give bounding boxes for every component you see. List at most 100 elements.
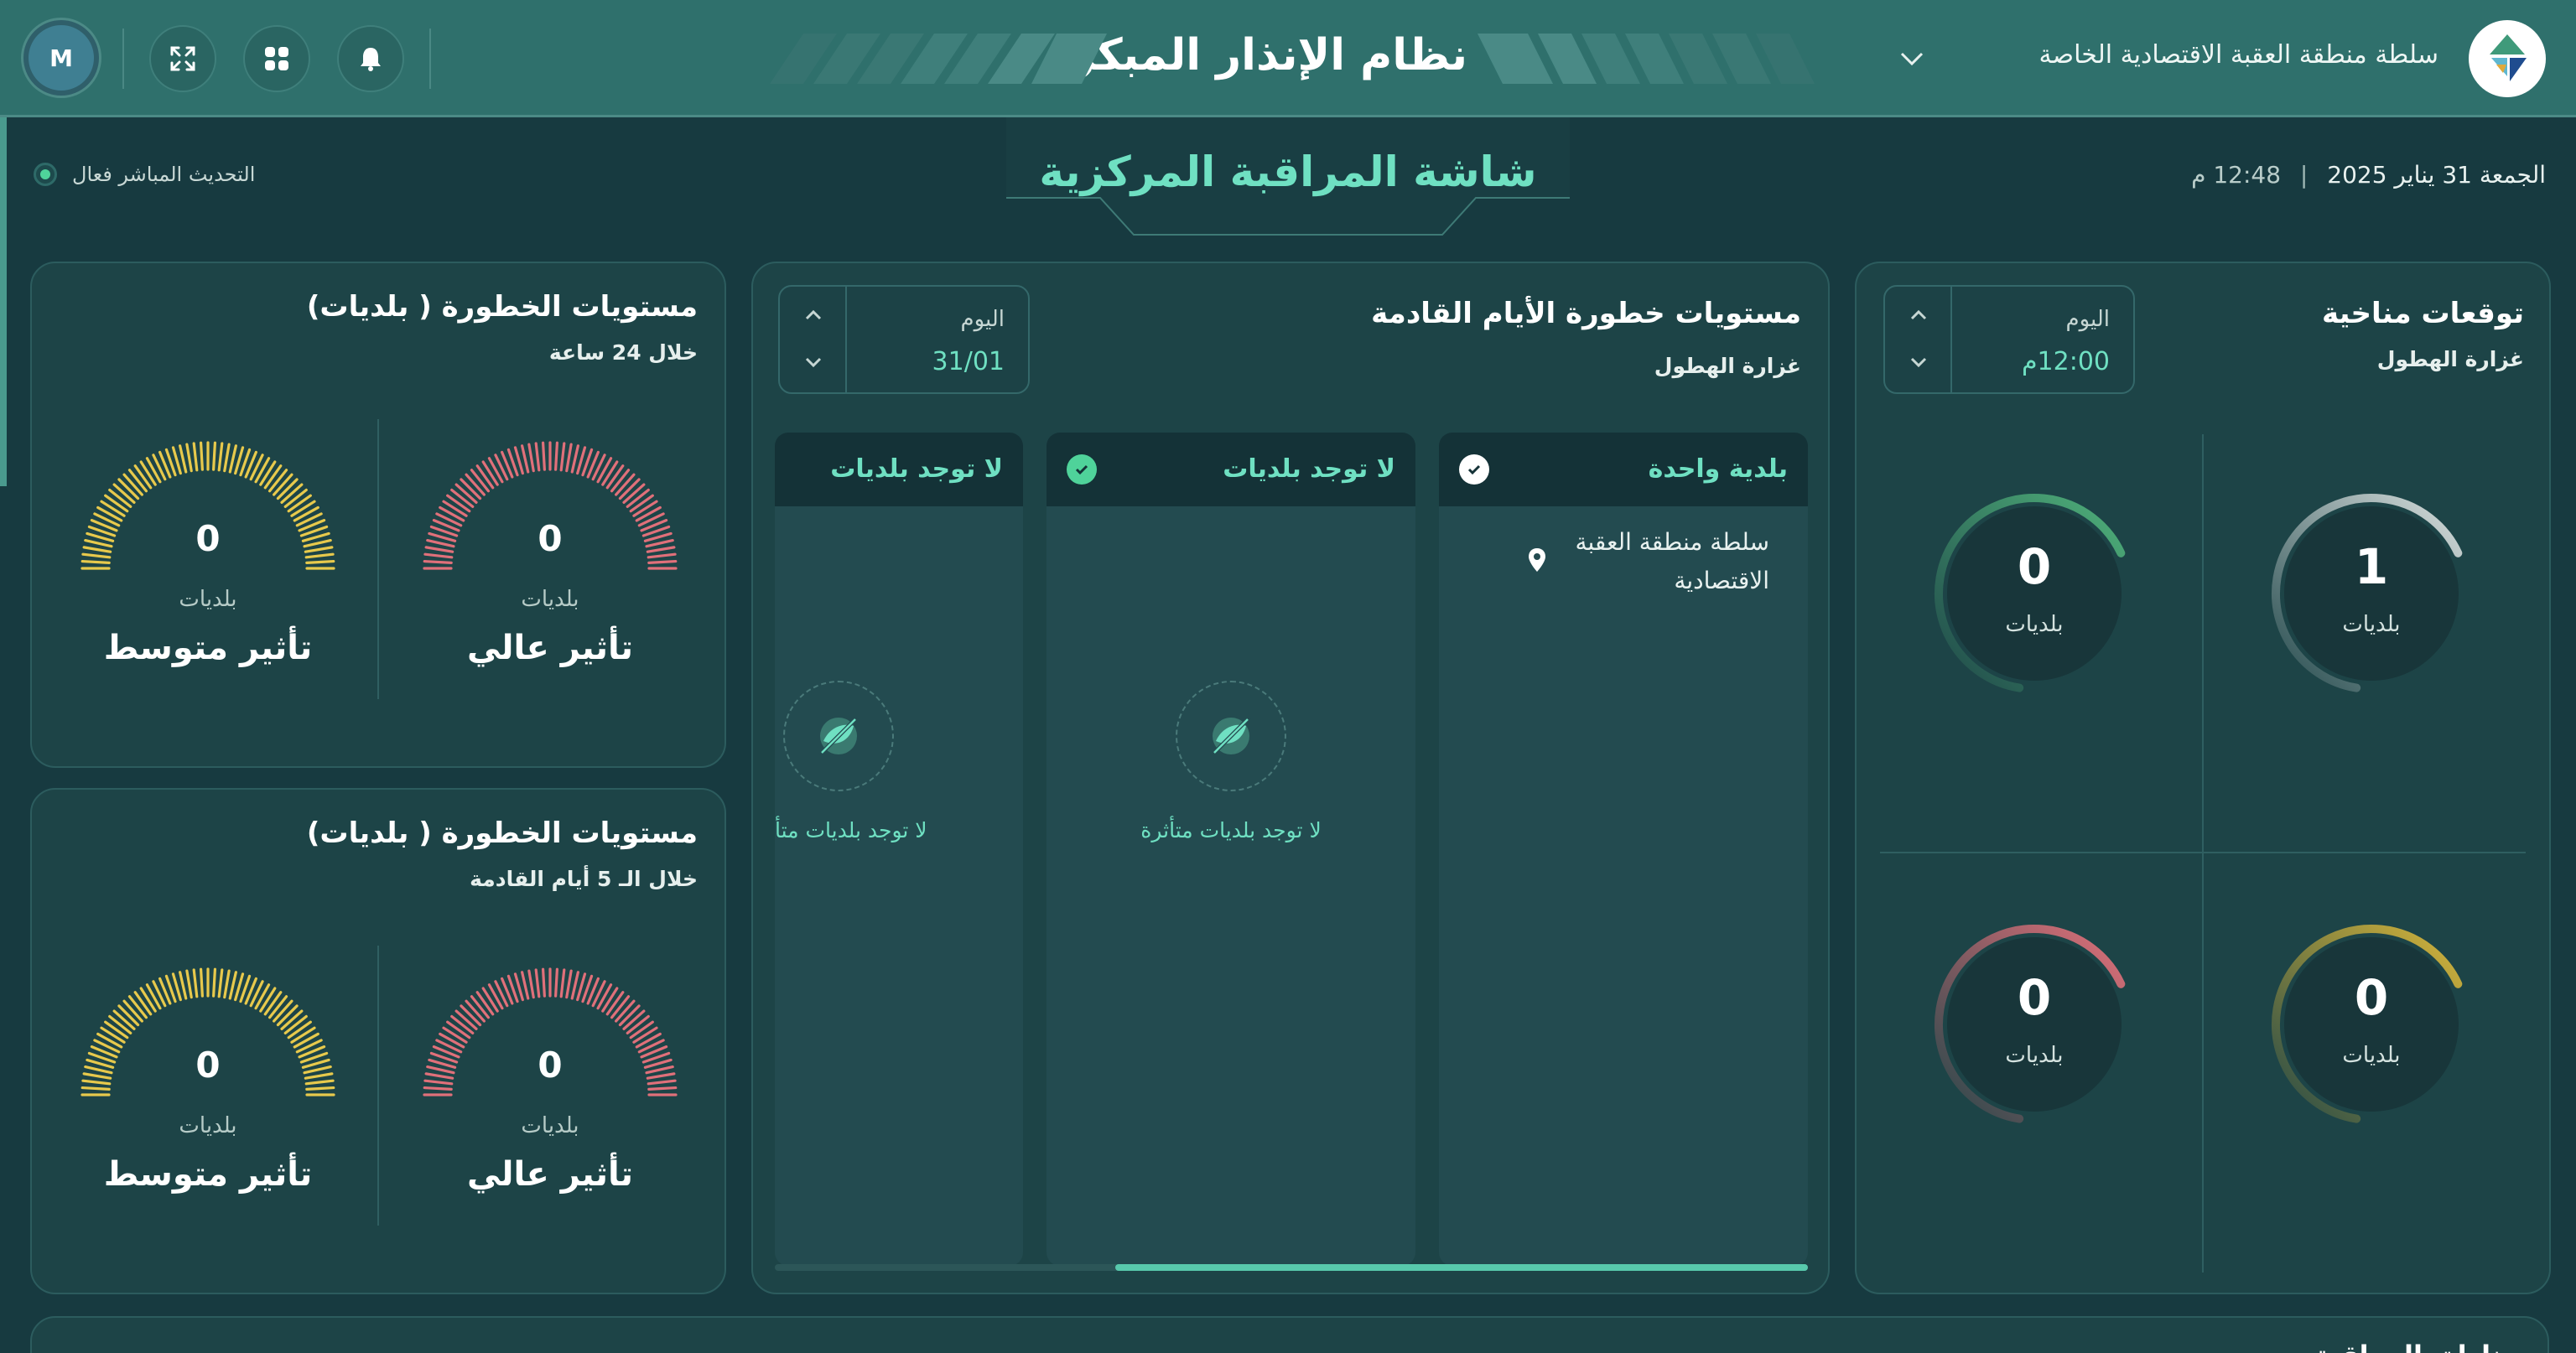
org-logo[interactable] bbox=[2469, 20, 2546, 97]
gauge-tick bbox=[223, 969, 231, 999]
municipality-item[interactable]: سلطة منطقة العقبة الاقتصادية bbox=[1526, 523, 1769, 600]
forecast-day-selector[interactable]: اليوم 31/01 bbox=[778, 285, 1030, 394]
gauge-tick bbox=[465, 999, 486, 1023]
gauge-tick bbox=[112, 1009, 136, 1030]
gauge-tick bbox=[487, 457, 504, 484]
gauge-tick bbox=[601, 987, 619, 1013]
gauge-label: تأثير متوسط bbox=[103, 629, 313, 667]
gauge-tick bbox=[481, 987, 499, 1013]
gauge-tick bbox=[475, 464, 495, 490]
severity-5d-high-gauge[interactable]: 0 بلديات تأثير عالي bbox=[416, 961, 684, 1194]
gauge-label: تأثير عالي bbox=[466, 1155, 634, 1194]
current-date: 31 يناير 2025 bbox=[2327, 161, 2472, 189]
column-header: لا توجد بلديات bbox=[1046, 433, 1415, 506]
weather-gauge[interactable]: 1 بلديات bbox=[2262, 485, 2480, 702]
gauge-tick bbox=[565, 969, 573, 999]
gauge-tick bbox=[460, 1004, 482, 1027]
gauge-unit: بلديات bbox=[521, 1113, 579, 1138]
gauge-tick bbox=[212, 441, 217, 471]
gauge-tick bbox=[629, 1020, 654, 1039]
gauge-tick bbox=[470, 995, 491, 1019]
forecast-column[interactable]: لا توجد بلديات لا توجد بلديات متأ bbox=[775, 433, 1023, 1266]
gauge-tick bbox=[280, 1009, 304, 1030]
gauge-tick bbox=[276, 478, 299, 500]
divider bbox=[377, 419, 379, 699]
gauge-tick bbox=[287, 1020, 312, 1039]
gauge-tick bbox=[80, 559, 111, 564]
gauge-tick bbox=[601, 460, 619, 486]
forecast-column[interactable]: لا توجد بلديات لا توجد بلديات متأثرة bbox=[1046, 433, 1415, 1266]
gauge-tick bbox=[534, 442, 541, 472]
check-icon bbox=[1459, 454, 1489, 485]
gauge-tick bbox=[647, 559, 678, 564]
gauge-tick bbox=[632, 500, 658, 517]
gauge-tick bbox=[622, 483, 646, 504]
chevron-down-icon[interactable] bbox=[798, 350, 828, 376]
weather-gauge[interactable]: 0 بلديات bbox=[2262, 915, 2480, 1133]
chevron-up-icon[interactable] bbox=[798, 302, 828, 327]
gauge-tick bbox=[100, 1026, 126, 1044]
divider bbox=[429, 29, 431, 89]
gauge-tick bbox=[541, 967, 546, 998]
forecast-subtitle: غزارة الهطول bbox=[1654, 354, 1801, 378]
user-avatar[interactable]: M bbox=[23, 20, 99, 96]
gauge-tick bbox=[283, 488, 308, 509]
chevron-down-icon[interactable] bbox=[1903, 350, 1934, 376]
weather-gauge[interactable]: 0 بلديات bbox=[1925, 915, 2143, 1133]
weather-subtitle: غزارة الهطول bbox=[2376, 347, 2524, 371]
scrollbar-thumb[interactable] bbox=[1115, 1264, 1808, 1271]
chevron-down-icon[interactable] bbox=[1895, 44, 1929, 74]
current-datetime: الجمعة 31 يناير 2025 | 12:48 م bbox=[2191, 161, 2546, 189]
gauge-tick bbox=[273, 999, 293, 1023]
weather-gauge[interactable]: 0 بلديات bbox=[1925, 485, 2143, 702]
notifications-button[interactable] bbox=[337, 25, 404, 92]
org-name[interactable]: سلطة منطقة العقبة الاقتصادية الخاصة bbox=[2039, 40, 2438, 70]
gauge-tick bbox=[280, 483, 304, 504]
live-status: التحديث المباشر فعال bbox=[34, 163, 255, 186]
severity-24h-medium-gauge[interactable]: 0 بلديات تأثير متوسط bbox=[74, 434, 342, 667]
column-title: لا توجد بلديات bbox=[1223, 454, 1395, 484]
gauge-tick bbox=[179, 971, 188, 1000]
empty-message: لا توجد بلديات متأ bbox=[775, 818, 927, 842]
grid-icon bbox=[265, 47, 288, 70]
gauge-tick bbox=[127, 469, 148, 493]
gauge-tick bbox=[610, 469, 631, 493]
severity-24h-title: مستويات الخطورة ( بلديات) bbox=[306, 290, 698, 324]
gauge-tick bbox=[192, 442, 199, 472]
gauge-tick bbox=[254, 457, 271, 484]
day-stepper bbox=[780, 287, 847, 392]
gauge-tick bbox=[122, 473, 143, 496]
gauge-tick bbox=[104, 494, 129, 513]
column-header: بلدية واحدة bbox=[1439, 433, 1808, 506]
severity-24h-high-gauge[interactable]: 0 بلديات تأثير عالي bbox=[416, 434, 684, 667]
column-title: بلدية واحدة bbox=[1648, 454, 1788, 484]
gauge-tick bbox=[263, 464, 283, 490]
gauge-tick bbox=[470, 469, 491, 493]
gauge-tick bbox=[185, 443, 193, 473]
gauge-tick bbox=[647, 1086, 678, 1091]
severity-5d-medium-gauge[interactable]: 0 بلديات تأثير متوسط bbox=[74, 961, 342, 1194]
gauge-tick bbox=[139, 460, 157, 486]
gauge-tick bbox=[199, 967, 204, 998]
gauge-tick bbox=[454, 483, 478, 504]
forecast-column[interactable]: بلدية واحدة سلطة منطقة العقبة الاقتصادية bbox=[1439, 433, 1808, 1266]
fullscreen-button[interactable] bbox=[149, 25, 216, 92]
severity-24h-subtitle: خلال 24 ساعة bbox=[548, 340, 698, 365]
no-data-icon bbox=[783, 681, 894, 791]
gauge-tick bbox=[450, 488, 475, 509]
current-day: الجمعة bbox=[2479, 161, 2546, 189]
gauge-tick bbox=[610, 995, 631, 1019]
chevron-up-icon[interactable] bbox=[1903, 302, 1934, 327]
page-title: شاشة المراقبة المركزية bbox=[1039, 148, 1537, 196]
apps-button[interactable] bbox=[243, 25, 310, 92]
gauge-tick bbox=[133, 991, 153, 1016]
gauge-tick bbox=[117, 478, 140, 500]
monitoring-zones-title: مناطق المراقبة bbox=[2314, 1340, 2519, 1353]
gauge-tick bbox=[212, 967, 217, 998]
gauge-tick bbox=[615, 473, 636, 496]
weather-time-selector[interactable]: اليوم 12:00م bbox=[1883, 285, 2135, 394]
gauge-tick bbox=[117, 1004, 140, 1027]
gauge-tick bbox=[276, 1004, 299, 1027]
monitoring-zones-panel bbox=[30, 1316, 2549, 1353]
gauge-unit: بلديات bbox=[179, 1113, 237, 1138]
